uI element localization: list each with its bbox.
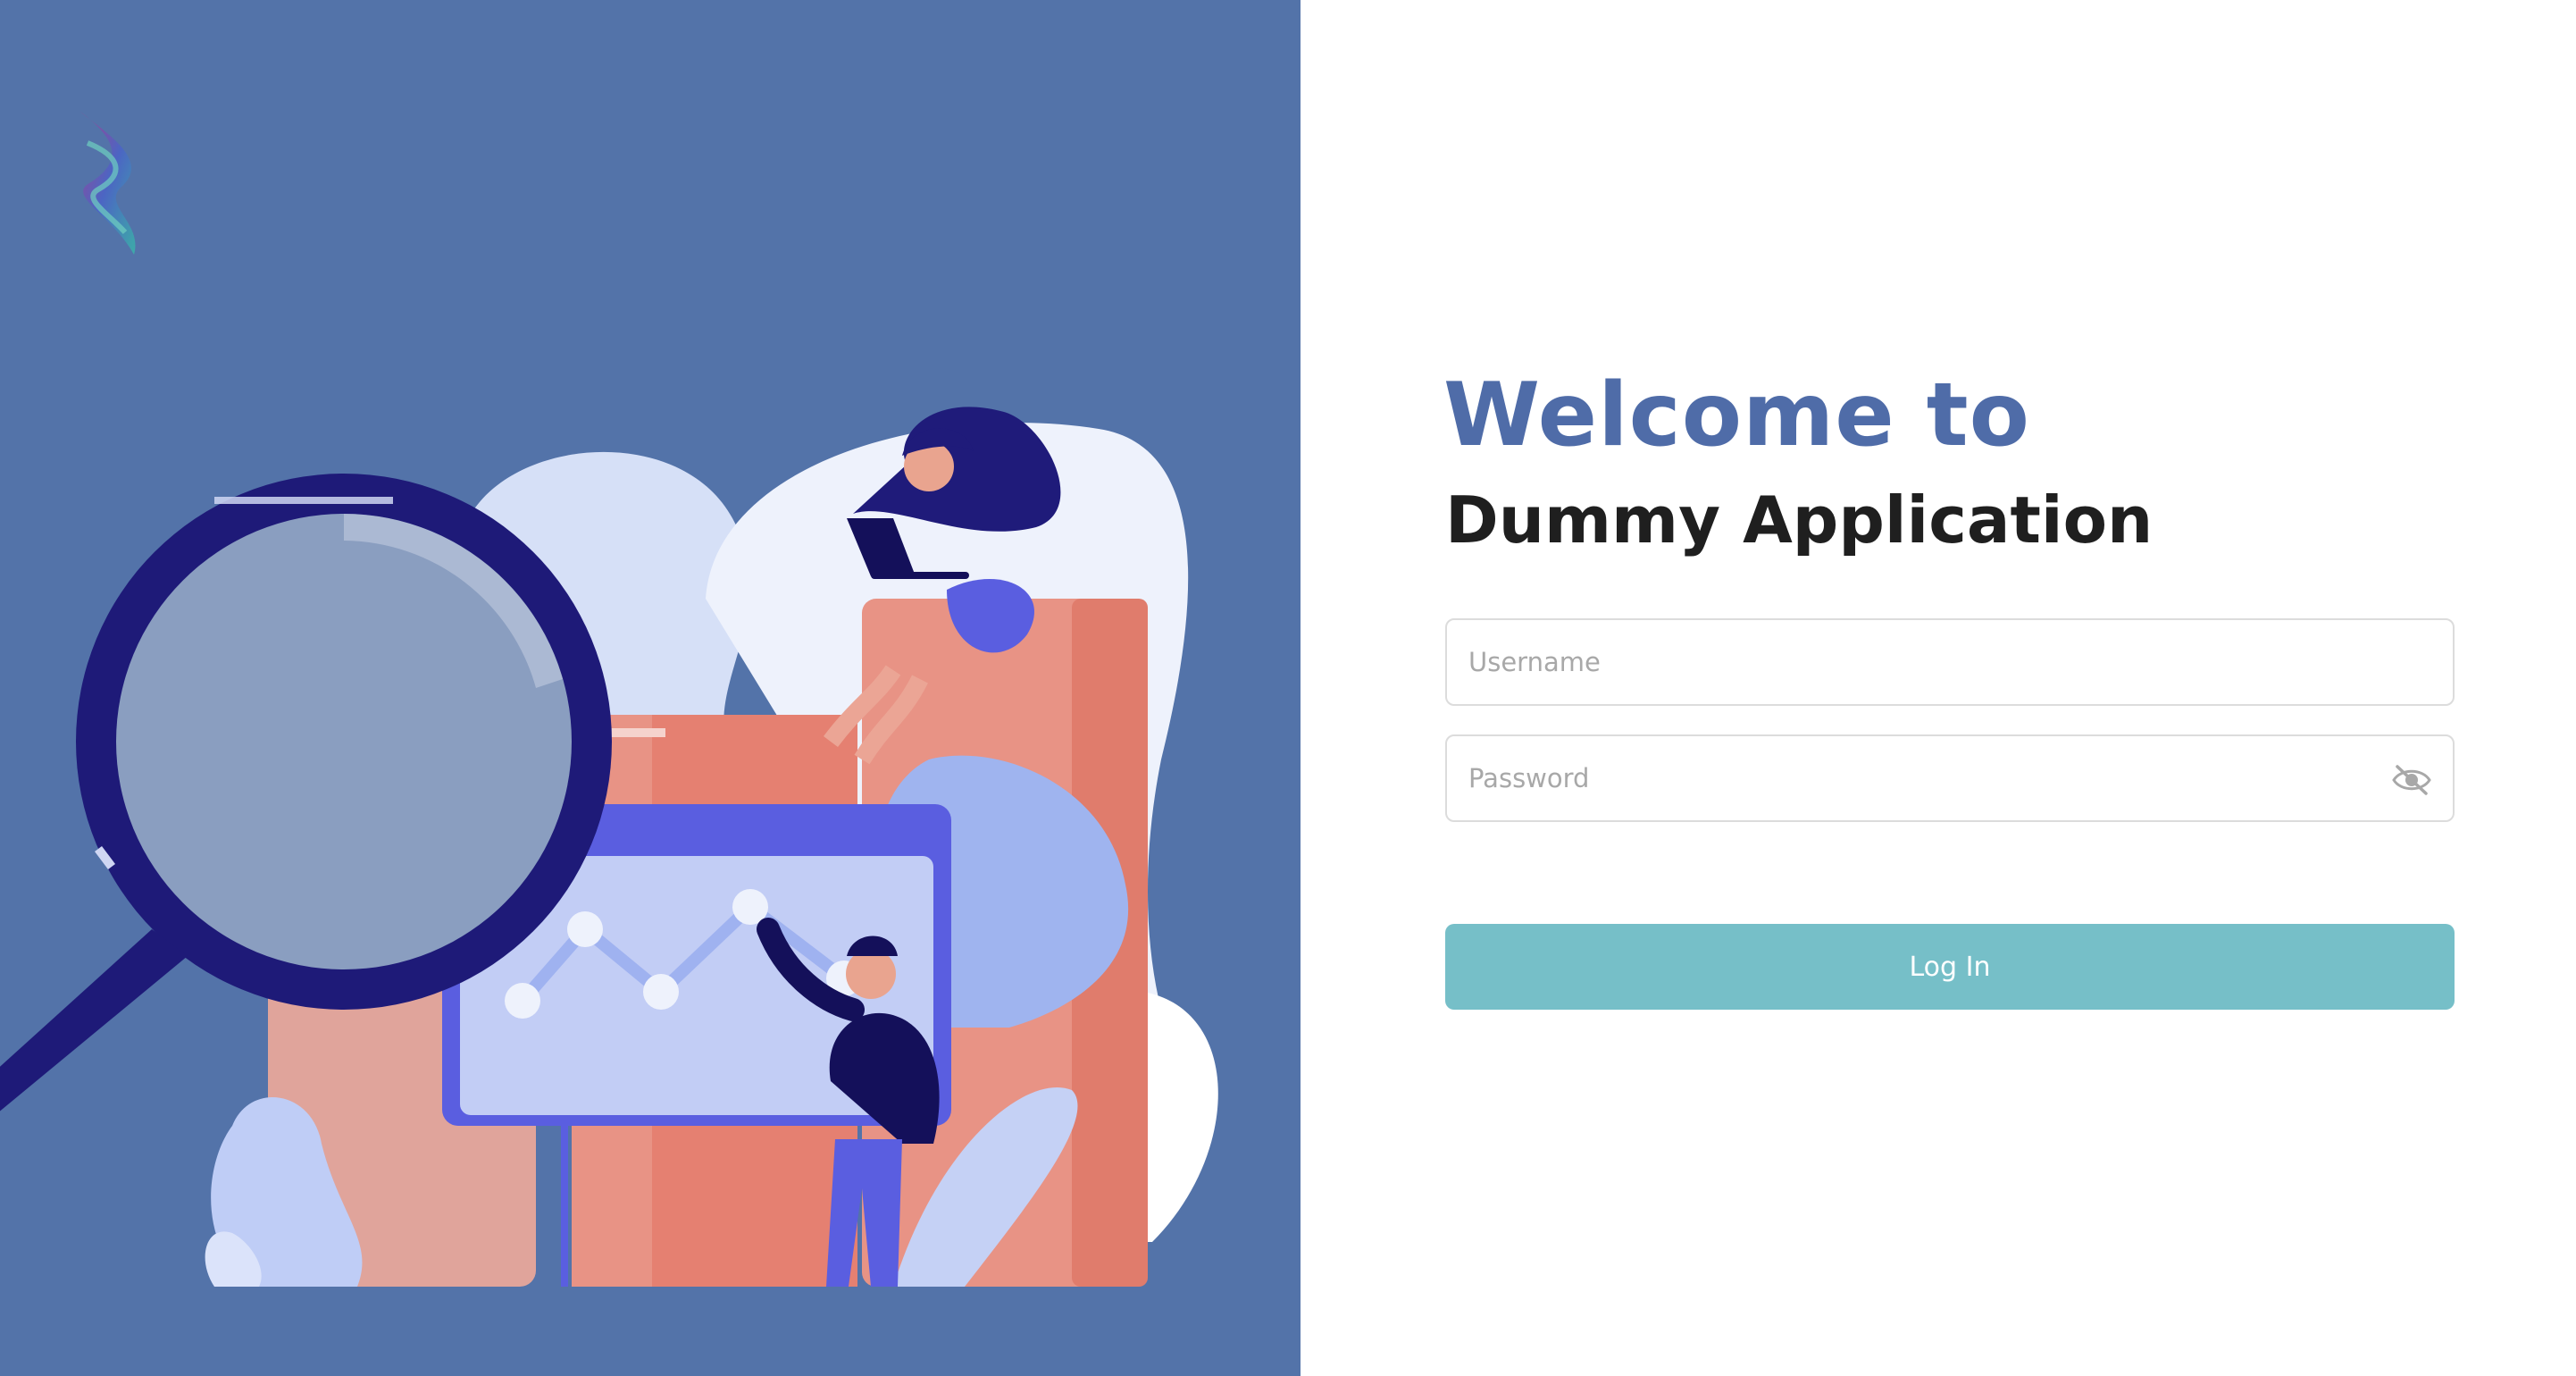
- hero-illustration: [0, 407, 1218, 1287]
- username-field-container: [1445, 618, 2455, 706]
- app-logo: [80, 112, 136, 255]
- app-title: Dummy Application: [1445, 482, 2154, 558]
- eye-slash-icon[interactable]: [2390, 763, 2433, 797]
- hero-panel: [0, 0, 1301, 1376]
- password-field-container: [1445, 734, 2455, 822]
- password-input[interactable]: [1447, 736, 2453, 820]
- login-button[interactable]: Log In: [1445, 924, 2455, 1010]
- login-panel: Welcome to Dummy Application Log In: [1301, 0, 2576, 1376]
- welcome-heading: Welcome to: [1443, 365, 2030, 466]
- username-input[interactable]: [1447, 620, 2453, 704]
